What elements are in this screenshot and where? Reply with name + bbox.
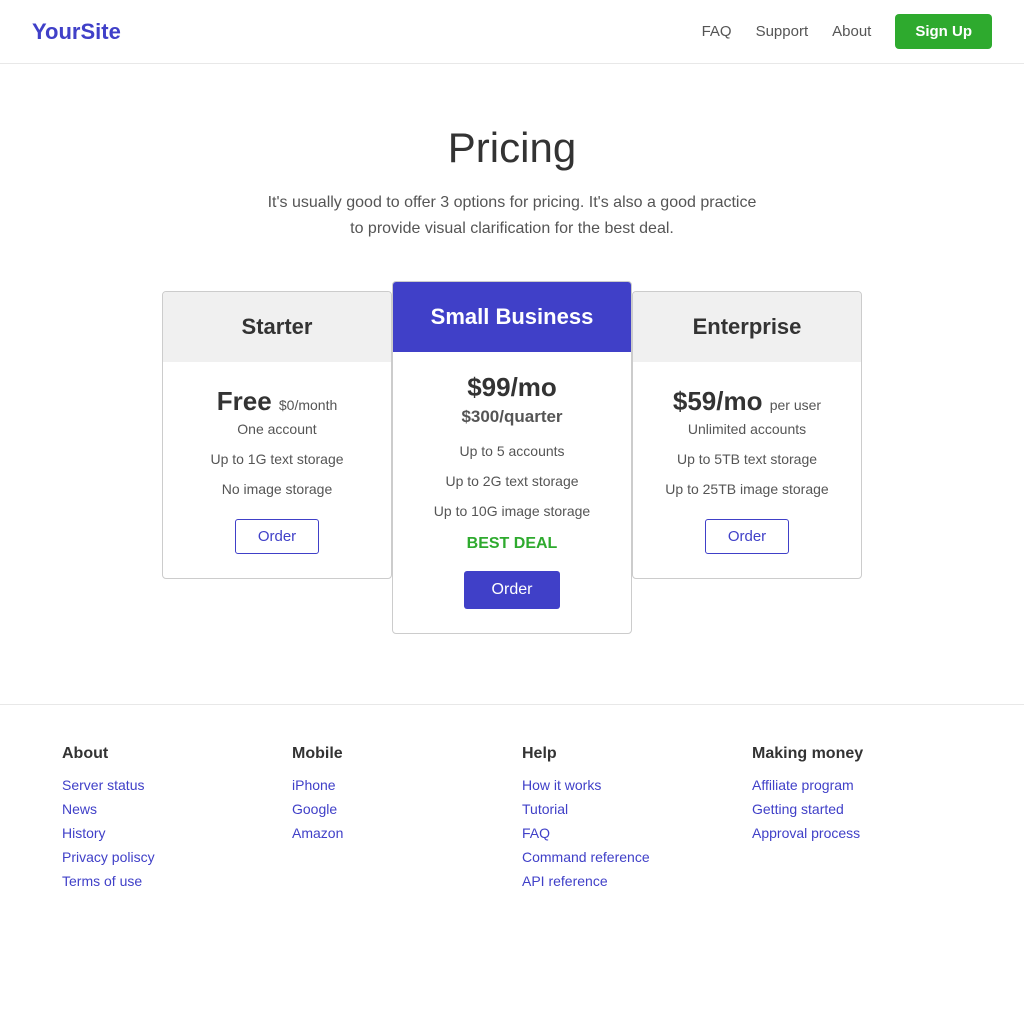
starter-price: Free $0/month bbox=[179, 386, 375, 417]
enterprise-feature-2: Up to 5TB text storage bbox=[649, 451, 845, 467]
enterprise-card-title: Enterprise bbox=[649, 314, 845, 340]
starter-card: Starter Free $0/month One account Up to … bbox=[162, 291, 392, 579]
site-logo: YourSite bbox=[32, 19, 121, 45]
starter-feature-1: One account bbox=[179, 421, 375, 437]
small-business-feature-1: Up to 5 accounts bbox=[409, 443, 615, 459]
footer-link-approval[interactable]: Approval process bbox=[752, 825, 962, 841]
footer-link-getting-started[interactable]: Getting started bbox=[752, 801, 962, 817]
small-business-card-header: Small Business bbox=[393, 282, 631, 352]
small-business-price-alt: $300/quarter bbox=[409, 407, 615, 427]
footer-link-api-reference[interactable]: API reference bbox=[522, 873, 732, 889]
enterprise-order-button[interactable]: Order bbox=[705, 519, 789, 554]
nav-about[interactable]: About bbox=[832, 23, 871, 40]
footer-link-faq[interactable]: FAQ bbox=[522, 825, 732, 841]
nav-support[interactable]: Support bbox=[756, 23, 809, 40]
enterprise-price: $59/mo per user bbox=[649, 386, 845, 417]
footer-col-about: About Server status News History Privacy… bbox=[62, 745, 272, 897]
footer-link-affiliate[interactable]: Affiliate program bbox=[752, 777, 962, 793]
footer-link-server-status[interactable]: Server status bbox=[62, 777, 272, 793]
footer-link-command-reference[interactable]: Command reference bbox=[522, 849, 732, 865]
enterprise-card: Enterprise $59/mo per user Unlimited acc… bbox=[632, 291, 862, 579]
starter-feature-2: Up to 1G text storage bbox=[179, 451, 375, 467]
signup-button[interactable]: Sign Up bbox=[895, 14, 992, 49]
footer-grid: About Server status News History Privacy… bbox=[62, 745, 962, 897]
starter-order-button[interactable]: Order bbox=[235, 519, 319, 554]
main-nav: FAQ Support About Sign Up bbox=[702, 14, 992, 49]
small-business-card-title: Small Business bbox=[409, 304, 615, 330]
starter-feature-3: No image storage bbox=[179, 481, 375, 497]
footer-making-money-title: Making money bbox=[752, 745, 962, 763]
footer-link-privacy[interactable]: Privacy poliscy bbox=[62, 849, 272, 865]
small-business-order-button[interactable]: Order bbox=[464, 571, 561, 609]
small-business-price: $99/mo bbox=[409, 372, 615, 403]
footer-help-title: Help bbox=[522, 745, 732, 763]
pricing-page: Pricing It's usually good to offer 3 opt… bbox=[0, 64, 1024, 704]
pricing-cards: Starter Free $0/month One account Up to … bbox=[20, 291, 1004, 624]
footer-link-how-it-works[interactable]: How it works bbox=[522, 777, 732, 793]
footer-link-amazon[interactable]: Amazon bbox=[292, 825, 502, 841]
small-business-card: Small Business $99/mo $300/quarter Up to… bbox=[392, 281, 632, 634]
footer-mobile-title: Mobile bbox=[292, 745, 502, 763]
site-footer: About Server status News History Privacy… bbox=[0, 704, 1024, 927]
footer-link-news[interactable]: News bbox=[62, 801, 272, 817]
small-business-feature-3: Up to 10G image storage bbox=[409, 503, 615, 519]
enterprise-feature-3: Up to 25TB image storage bbox=[649, 481, 845, 497]
small-business-feature-2: Up to 2G text storage bbox=[409, 473, 615, 489]
footer-col-help: Help How it works Tutorial FAQ Command r… bbox=[522, 745, 732, 897]
footer-link-tutorial[interactable]: Tutorial bbox=[522, 801, 732, 817]
footer-link-iphone[interactable]: iPhone bbox=[292, 777, 502, 793]
starter-card-title: Starter bbox=[179, 314, 375, 340]
pricing-title: Pricing bbox=[20, 124, 1004, 172]
footer-link-terms[interactable]: Terms of use bbox=[62, 873, 272, 889]
starter-card-header: Starter bbox=[163, 292, 391, 362]
footer-col-mobile: Mobile iPhone Google Amazon bbox=[292, 745, 502, 897]
enterprise-card-header: Enterprise bbox=[633, 292, 861, 362]
nav-faq[interactable]: FAQ bbox=[702, 23, 732, 40]
site-header: YourSite FAQ Support About Sign Up bbox=[0, 0, 1024, 64]
enterprise-feature-1: Unlimited accounts bbox=[649, 421, 845, 437]
footer-about-title: About bbox=[62, 745, 272, 763]
small-business-card-body: $99/mo $300/quarter Up to 5 accounts Up … bbox=[393, 352, 631, 633]
enterprise-card-body: $59/mo per user Unlimited accounts Up to… bbox=[633, 362, 861, 578]
best-deal-badge: BEST DEAL bbox=[409, 535, 615, 553]
footer-link-google[interactable]: Google bbox=[292, 801, 502, 817]
footer-link-history[interactable]: History bbox=[62, 825, 272, 841]
pricing-subtitle: It's usually good to offer 3 options for… bbox=[262, 190, 762, 241]
footer-col-making-money: Making money Affiliate program Getting s… bbox=[752, 745, 962, 897]
starter-card-body: Free $0/month One account Up to 1G text … bbox=[163, 362, 391, 578]
